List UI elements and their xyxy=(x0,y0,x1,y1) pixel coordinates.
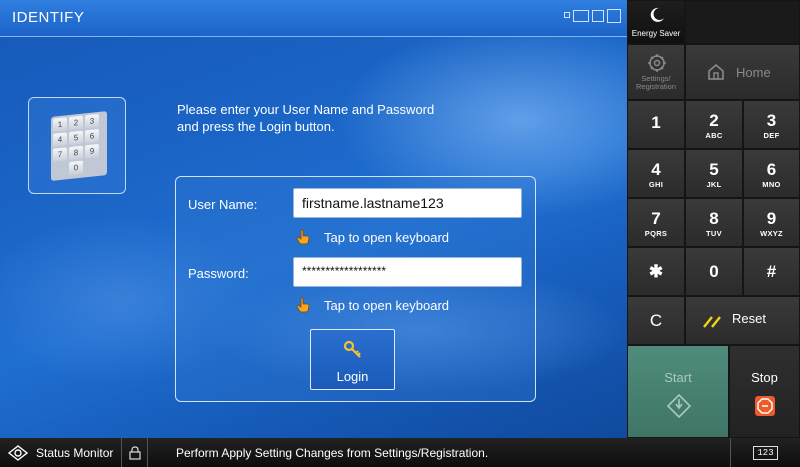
tap-hand-icon xyxy=(296,229,310,245)
settings-registration-button[interactable]: Settings/ Registration xyxy=(627,44,685,100)
control-panel: Energy Saver Settings/ Registration Home… xyxy=(627,0,800,438)
home-label: Home xyxy=(736,65,771,80)
key-letters: ABC xyxy=(705,131,723,140)
username-label: User Name: xyxy=(188,197,258,212)
reset-button[interactable]: Reset xyxy=(685,296,800,345)
key-number: ✱ xyxy=(648,262,664,281)
key-letters: MNO xyxy=(762,180,781,189)
window-large-icon xyxy=(607,9,621,23)
mini-key: 0 xyxy=(69,160,83,176)
username-keyboard-hint[interactable]: Tap to open keyboard xyxy=(296,229,449,245)
key-letters: PQRS xyxy=(644,229,668,238)
overlap-windows-icon xyxy=(573,10,589,22)
login-button-label: Login xyxy=(336,369,369,384)
key-letters: WXYZ xyxy=(760,229,783,238)
mini-key: 9 xyxy=(85,143,99,159)
counter-icon: 123 xyxy=(753,445,778,460)
mini-key: 8 xyxy=(69,145,83,161)
home-button[interactable]: Home xyxy=(685,44,800,100)
lock-button[interactable] xyxy=(122,438,148,467)
key-number: 5 xyxy=(709,160,719,179)
stop-icon xyxy=(755,396,775,416)
settings-label: Settings/ Registration xyxy=(635,74,677,91)
key-icon xyxy=(343,340,361,358)
login-instruction: Please enter your User Name and Password… xyxy=(177,102,435,134)
status-monitor-icon xyxy=(8,444,28,461)
password-input[interactable]: ****************** xyxy=(293,257,522,287)
mini-key: 6 xyxy=(85,128,99,144)
password-keyboard-hint[interactable]: Tap to open keyboard xyxy=(296,297,449,313)
title-bar: IDENTIFY xyxy=(0,0,627,37)
key-number: 8 xyxy=(709,209,719,228)
window-state-icons xyxy=(564,9,621,23)
key-hash[interactable]: # xyxy=(743,247,800,296)
keypad-icon: 1 2 3 4 5 6 7 8 9 0 xyxy=(51,111,107,181)
login-form: User Name: firstname.lastname123 Tap to … xyxy=(175,176,536,402)
key-0[interactable]: 0 xyxy=(685,247,743,296)
login-button[interactable]: Login xyxy=(310,329,395,390)
stop-label: Stop xyxy=(751,370,778,385)
key-7[interactable]: 7 PQRS xyxy=(627,198,685,247)
key-star[interactable]: ✱ xyxy=(627,247,685,296)
reset-slash-icon xyxy=(703,316,721,328)
window-icon xyxy=(592,10,604,22)
tap-hand-icon xyxy=(296,297,310,313)
mini-key: 5 xyxy=(69,130,83,146)
password-label: Password: xyxy=(188,266,249,281)
key-number: 1 xyxy=(651,113,661,132)
status-message: Perform Apply Setting Changes from Setti… xyxy=(176,446,489,460)
key-number: 0 xyxy=(709,262,719,281)
mini-key: 4 xyxy=(53,132,67,147)
key-number: 3 xyxy=(766,111,777,130)
energy-saver-label: Energy Saver xyxy=(631,29,681,38)
start-label: Start xyxy=(664,370,692,385)
key-5[interactable]: 5 JKL xyxy=(685,149,743,198)
key-number: 4 xyxy=(651,160,661,179)
mini-key: 3 xyxy=(85,113,99,129)
keyboard-hint-text: Tap to open keyboard xyxy=(324,297,450,313)
window-title: IDENTIFY xyxy=(12,9,85,26)
key-4[interactable]: 4 GHI xyxy=(627,149,685,198)
stop-button[interactable]: Stop xyxy=(729,345,800,438)
lock-icon xyxy=(128,445,141,460)
mini-key: 7 xyxy=(53,147,67,162)
blank-panel-slot xyxy=(685,0,800,44)
key-3[interactable]: 3 DEF xyxy=(743,100,800,149)
username-input[interactable]: firstname.lastname123 xyxy=(293,188,522,218)
keyboard-hint-text: Tap to open keyboard xyxy=(324,229,450,245)
reset-label: Reset xyxy=(732,311,766,326)
key-2[interactable]: 2 ABC xyxy=(685,100,743,149)
identify-screen: IDENTIFY 1 2 3 4 5 6 7 8 9 0 Please ente… xyxy=(0,0,627,438)
key-6[interactable]: 6 MNO xyxy=(743,149,800,198)
start-button[interactable]: Start xyxy=(627,345,729,438)
mini-key: 1 xyxy=(53,117,67,132)
key-number: 7 xyxy=(651,209,661,228)
key-1[interactable]: 1 xyxy=(627,100,685,149)
status-monitor-button[interactable]: Status Monitor xyxy=(0,438,122,467)
key-letters: DEF xyxy=(763,131,780,140)
start-diamond-icon xyxy=(667,394,691,418)
clear-label: C xyxy=(649,311,663,330)
key-number: # xyxy=(766,262,777,281)
status-monitor-label: Status Monitor xyxy=(36,445,114,460)
keypad-illustration: 1 2 3 4 5 6 7 8 9 0 xyxy=(28,97,126,194)
small-square-icon xyxy=(564,12,570,18)
clear-button[interactable]: C xyxy=(627,296,685,345)
key-letters: TUV xyxy=(706,229,722,238)
key-number: 2 xyxy=(709,111,719,130)
moon-icon xyxy=(650,7,664,22)
gear-icon xyxy=(648,54,666,72)
energy-saver-button[interactable]: Energy Saver xyxy=(627,0,685,44)
key-number: 9 xyxy=(766,209,777,228)
key-letters: JKL xyxy=(706,180,722,189)
counter-button[interactable]: 123 xyxy=(730,438,800,467)
key-8[interactable]: 8 TUV xyxy=(685,198,743,247)
home-icon xyxy=(708,63,724,80)
key-9[interactable]: 9 WXYZ xyxy=(743,198,800,247)
mini-key: 2 xyxy=(69,115,83,131)
key-number: 6 xyxy=(766,160,777,179)
status-bar: Status Monitor Perform Apply Setting Cha… xyxy=(0,438,800,467)
key-letters: GHI xyxy=(648,180,664,189)
